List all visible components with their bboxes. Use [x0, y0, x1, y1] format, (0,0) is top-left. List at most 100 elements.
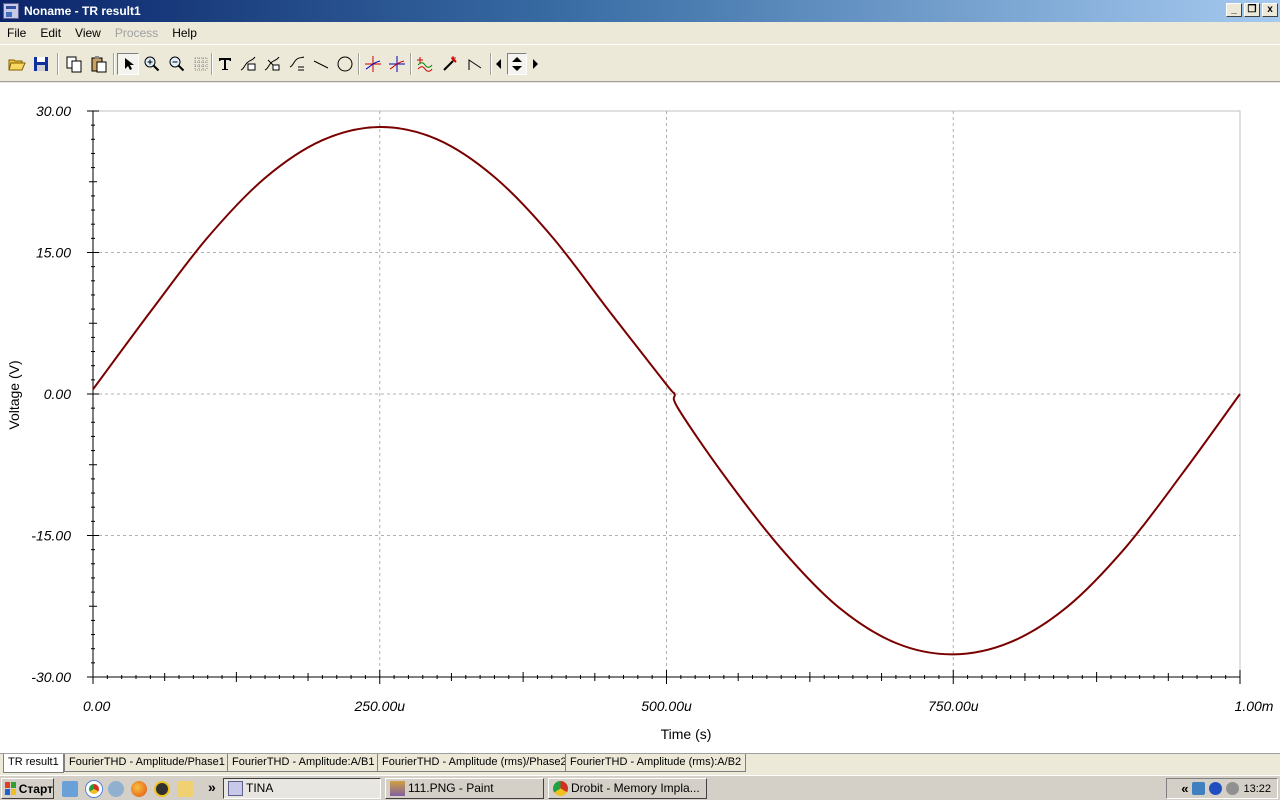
- arrow-up-down-icon: [512, 57, 522, 71]
- pan-right-button[interactable]: [528, 53, 542, 75]
- ie-icon[interactable]: [62, 781, 78, 797]
- window-controls: _ ❐ x: [1226, 3, 1278, 17]
- cursor-b-button[interactable]: [386, 53, 408, 75]
- circle-icon: [337, 56, 353, 72]
- select-button[interactable]: [117, 53, 139, 75]
- voltage-time-chart[interactable]: 0.00 250.00u 500.00u 750.00u 1.00m 30.00 15.00…: [0, 83, 1280, 753]
- tray-expand[interactable]: «: [1181, 781, 1188, 796]
- menu-help[interactable]: Help: [165, 26, 204, 40]
- pan-left-button[interactable]: [492, 53, 506, 75]
- toolbar-separator: [211, 53, 213, 75]
- x-tick-label: 0.00: [83, 698, 110, 714]
- menu-edit[interactable]: Edit: [33, 26, 68, 40]
- menu-file[interactable]: File: [0, 26, 33, 40]
- open-icon: [8, 59, 26, 71]
- curve-label-button[interactable]: [237, 53, 259, 75]
- task-tina-label: TINA: [246, 781, 274, 795]
- toolbar-separator: [113, 53, 115, 75]
- grid-button[interactable]: [190, 53, 212, 75]
- menu-bar: File Edit View Process Help: [0, 22, 1280, 43]
- folder-icon[interactable]: [177, 781, 193, 797]
- arrow-left-icon: [496, 59, 501, 69]
- y-tick-label: 30.00: [36, 103, 71, 119]
- y-tick-label: -15.00: [31, 528, 71, 544]
- circle-button[interactable]: [334, 53, 356, 75]
- menu-process: Process: [114, 25, 159, 40]
- text-icon: [219, 58, 231, 70]
- minimize-button[interactable]: _: [1226, 3, 1242, 17]
- open-button[interactable]: [6, 53, 28, 75]
- probe-icon: [443, 56, 457, 71]
- grid-icon: [194, 57, 208, 71]
- toolbar-separator: [358, 53, 360, 75]
- media-player-icon[interactable]: [154, 781, 170, 797]
- arrow-right-icon: [533, 59, 538, 69]
- y-tick-label: 15.00: [36, 245, 71, 261]
- y-tick-label: 0.00: [44, 386, 71, 402]
- line-icon: [313, 60, 329, 69]
- zoom-in-button[interactable]: [141, 53, 163, 75]
- toolbar-separator: [57, 53, 59, 75]
- tab-fourier-amplitude-rms-phase2[interactable]: FourierTHD - Amplitude (rms)/Phase2: [377, 754, 572, 772]
- zoom-out-button[interactable]: [166, 53, 188, 75]
- close-button[interactable]: x: [1262, 3, 1278, 17]
- task-chrome[interactable]: Drobit - Memory Impla...: [548, 778, 707, 799]
- task-paint[interactable]: 111.PNG - Paint: [385, 778, 544, 799]
- curve-label-icon: [240, 56, 256, 71]
- start-button[interactable]: Старт: [1, 778, 54, 799]
- paste-icon: [91, 56, 107, 73]
- task-tina[interactable]: TINA: [223, 778, 381, 799]
- curves-button[interactable]: [414, 53, 436, 75]
- save-button[interactable]: [30, 53, 52, 75]
- tab-fourier-amplitude-ab1[interactable]: FourierTHD - Amplitude:A/B1: [227, 754, 380, 772]
- zoom-out-icon: [169, 56, 185, 72]
- tina-app-icon[interactable]: [3, 3, 19, 19]
- line-button[interactable]: [310, 53, 332, 75]
- chrome-icon[interactable]: [86, 781, 102, 797]
- clock: 13:22: [1243, 782, 1271, 795]
- copy-button[interactable]: [63, 53, 85, 75]
- y-tick-label: -30.00: [31, 669, 71, 685]
- tab-fourier-amplitude-phase1[interactable]: FourierTHD - Amplitude/Phase1: [64, 754, 230, 772]
- windows-flag-icon: [5, 782, 16, 795]
- tab-fourier-amplitude-rms-ab2[interactable]: FourierTHD - Amplitude (rms):A/B2: [565, 754, 747, 772]
- select-arrow-icon: [125, 58, 134, 70]
- menu-view[interactable]: View: [68, 26, 108, 40]
- probe-button[interactable]: [439, 53, 461, 75]
- x-tick-label: 1.00m: [1235, 698, 1274, 714]
- save-icon: [34, 57, 48, 71]
- pan-up-down-button[interactable]: [507, 53, 527, 75]
- cursor-a-button[interactable]: [362, 53, 384, 75]
- curve-label-2-button[interactable]: [261, 53, 283, 75]
- plot-area[interactable]: 0.00 250.00u 500.00u 750.00u 1.00m 30.00 15.00…: [0, 83, 1280, 753]
- tina-task-icon: [228, 781, 243, 796]
- firefox-icon[interactable]: [131, 781, 147, 797]
- volume-icon[interactable]: [1226, 782, 1240, 795]
- curves-icon: [417, 57, 433, 72]
- quicklaunch-more[interactable]: »: [208, 779, 216, 795]
- x-tick-label: 500.00u: [641, 698, 692, 714]
- bluetooth-icon[interactable]: [1209, 782, 1223, 795]
- title-bar: Noname - TR result1 _ ❐ x: [0, 0, 1280, 22]
- result-tabs: TR result1 FourierTHD - Amplitude/Phase1…: [0, 753, 1280, 773]
- legend-icon: [289, 56, 305, 71]
- cursor-b-icon: [389, 56, 405, 72]
- y-axis-title: Voltage (V): [6, 360, 22, 429]
- system-tray: « 13:22: [1166, 778, 1278, 799]
- chrome-alt-icon[interactable]: [108, 781, 124, 797]
- paint-task-icon: [390, 781, 405, 796]
- x-axis-title: Time (s): [661, 726, 712, 742]
- x-tick-label: 750.00u: [928, 698, 979, 714]
- step-icon: [468, 59, 482, 70]
- toolbar-separator: [410, 53, 412, 75]
- curve-label-2-icon: [264, 56, 280, 71]
- restore-button[interactable]: ❐: [1244, 3, 1260, 17]
- tab-tr-result1[interactable]: TR result1: [3, 754, 64, 773]
- task-paint-label: 111.PNG - Paint: [408, 781, 494, 795]
- window-title: Noname - TR result1: [24, 4, 141, 18]
- legend-button[interactable]: [286, 53, 308, 75]
- paste-button[interactable]: [88, 53, 110, 75]
- network-icon[interactable]: [1192, 782, 1206, 795]
- text-button[interactable]: [214, 53, 236, 75]
- step-button[interactable]: [464, 53, 486, 75]
